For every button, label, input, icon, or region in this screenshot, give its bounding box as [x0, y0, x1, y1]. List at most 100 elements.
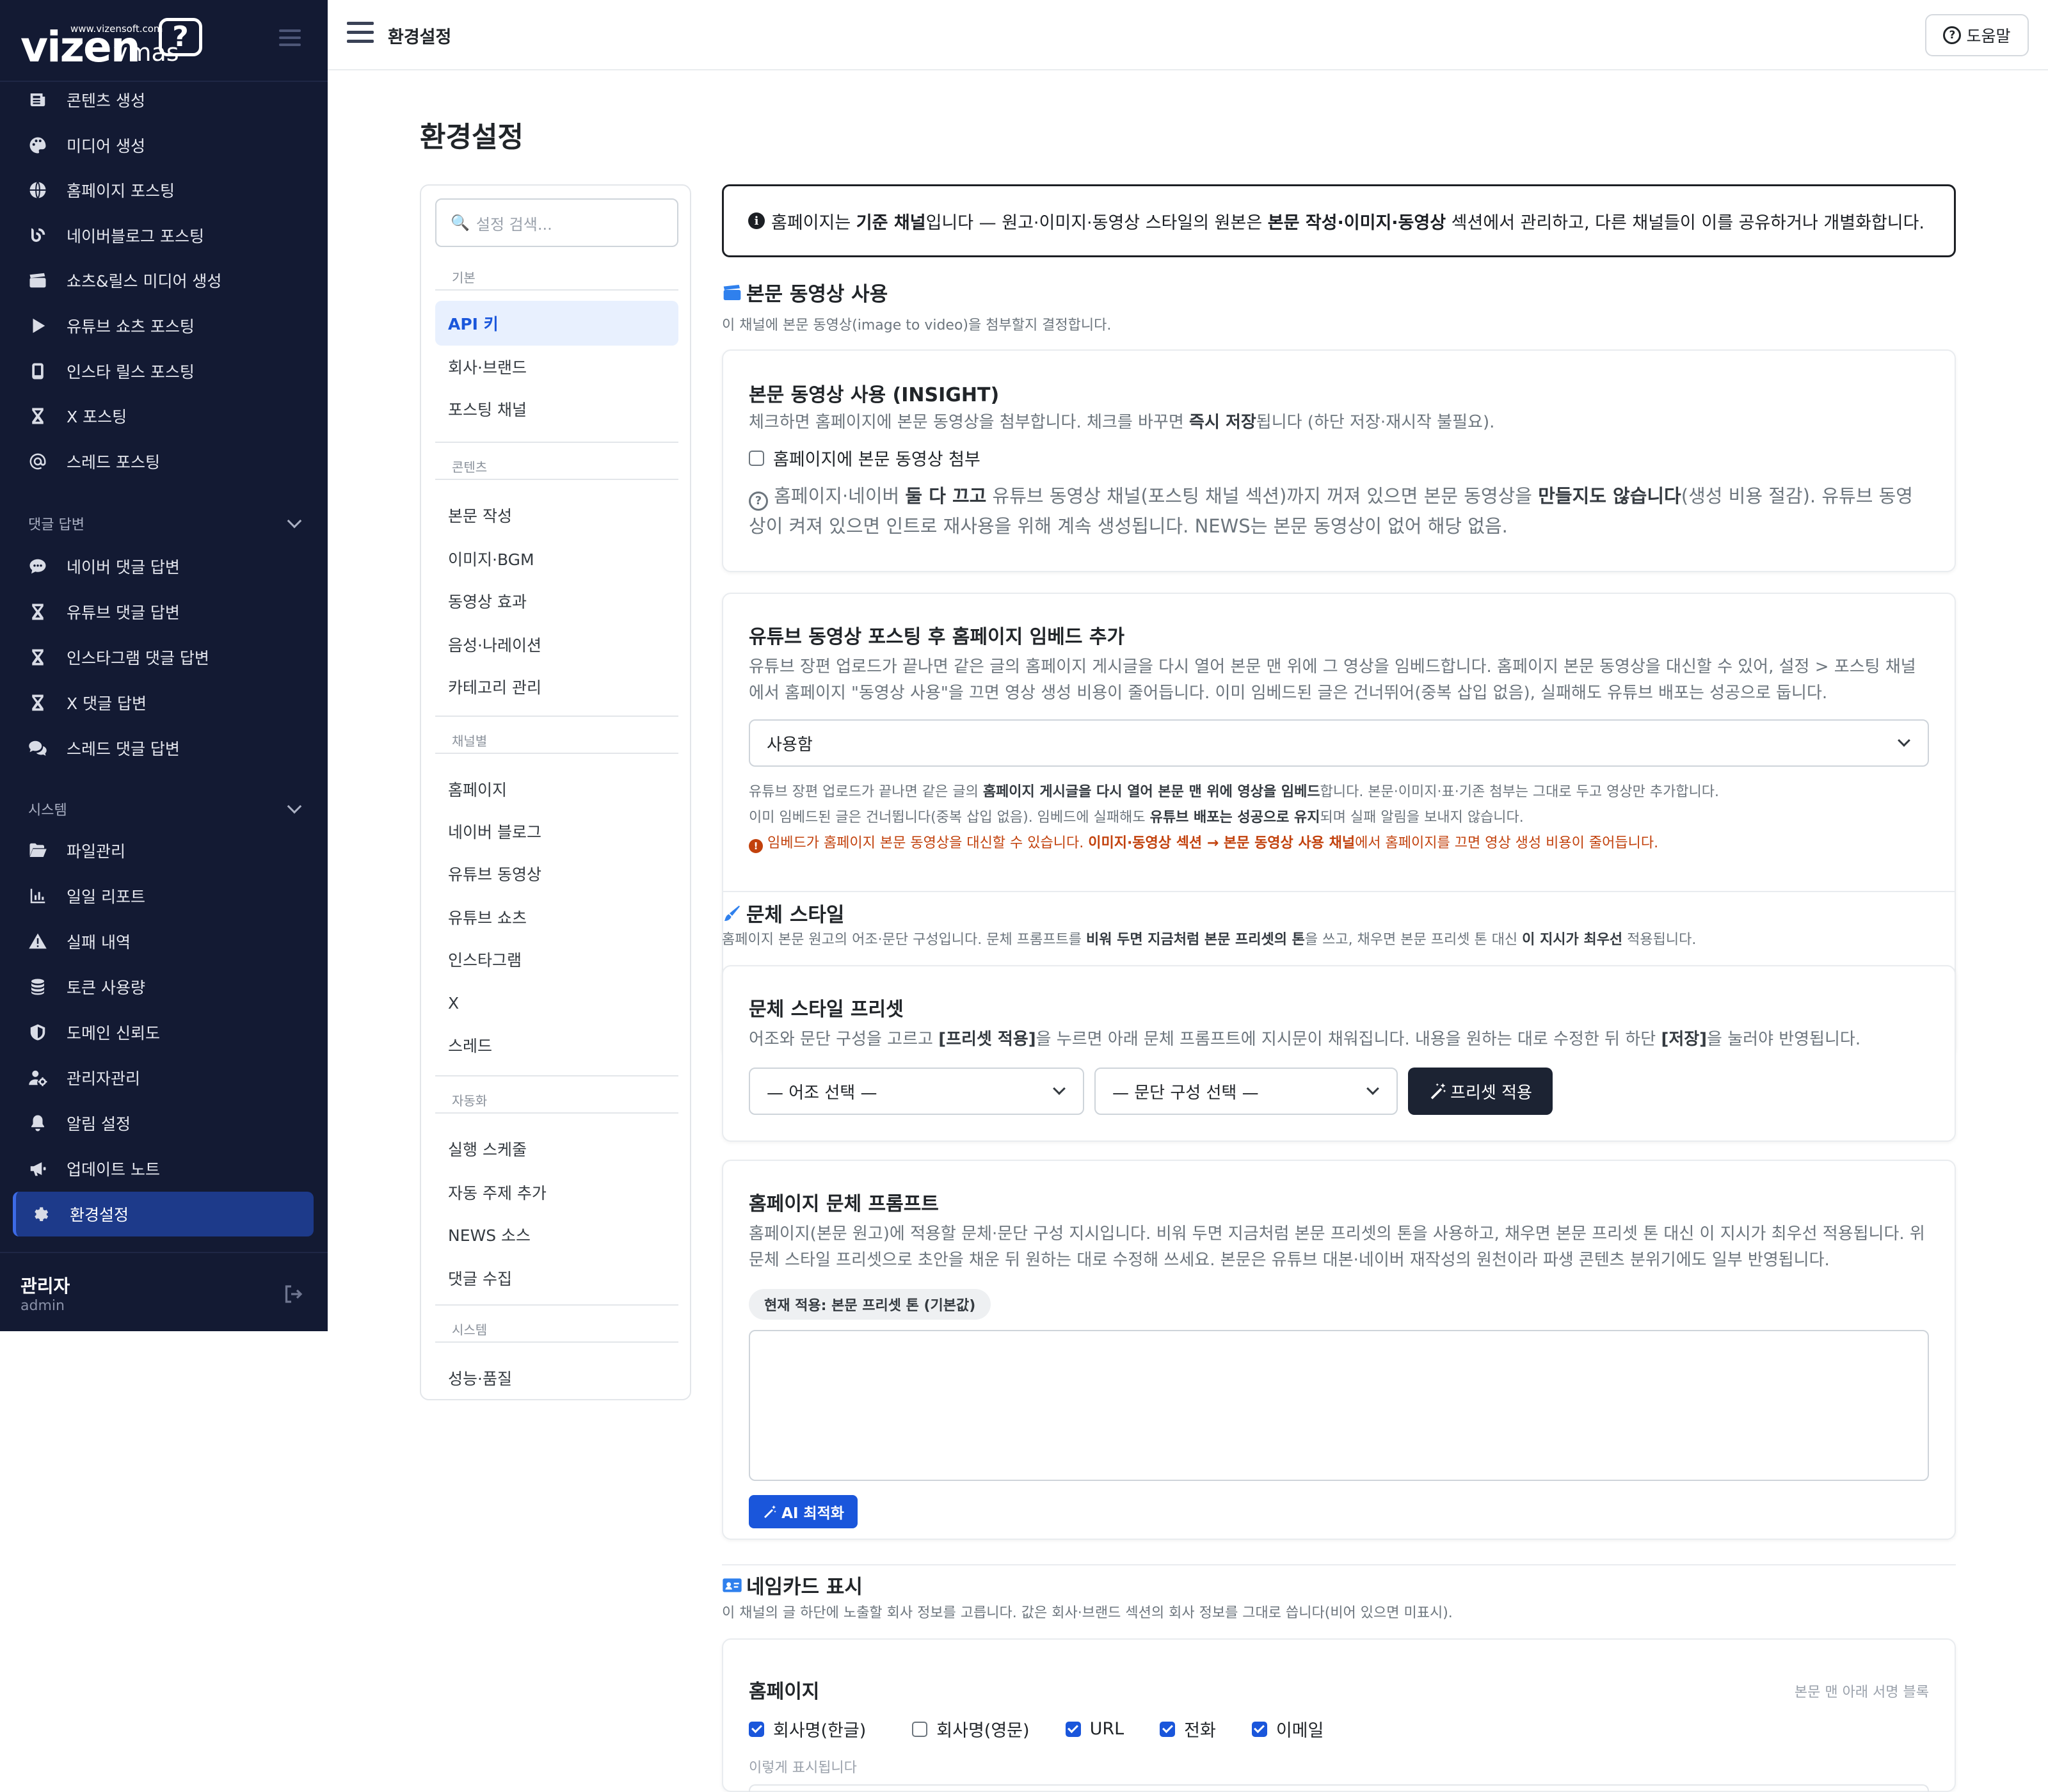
card-style-preset-desc: 어조와 문단 구성을 고르고 [프리셋 적용]을 누르면 아래 문체 프롬프트에… — [749, 1030, 1861, 1049]
sidebar-item-items-0[interactable]: 콘텐츠 생성 — [13, 77, 314, 122]
settings-nav-item[interactable]: 포스팅 채널 — [435, 387, 678, 431]
sidebar-item-reply_items-1[interactable]: 유튜브 댓글 답변 — [13, 589, 314, 634]
sidebar-item-reply_items-4[interactable]: 스레드 댓글 답변 — [13, 726, 314, 771]
settings-nav-item[interactable]: 네이버 블로그 — [435, 809, 678, 854]
sidebar-item-reply_items-0[interactable]: 네이버 댓글 답변 — [13, 544, 314, 589]
sidebar-item-label: 알림 설정 — [67, 1115, 131, 1133]
namecard-preview-label: 이렇게 표시됩니다 — [749, 1760, 857, 1776]
checkbox[interactable] — [1160, 1721, 1176, 1737]
sidebar-item-system_items-3[interactable]: 토큰 사용량 — [13, 964, 314, 1009]
settings-nav-item[interactable]: NEWS 소스 — [435, 1212, 678, 1257]
checkbox[interactable] — [912, 1721, 928, 1737]
sidebar-item-system_items-4[interactable]: 도메인 신뢰도 — [13, 1010, 314, 1055]
logout-icon[interactable] — [282, 1283, 305, 1306]
sidebar-item-reply_items-2[interactable]: 인스타그램 댓글 답변 — [13, 635, 314, 680]
namecard-checkbox-0[interactable]: 회사명(한글) — [749, 1716, 866, 1741]
namecard-checkbox-3[interactable]: 전화 — [1160, 1716, 1216, 1741]
palette-icon — [27, 134, 49, 156]
sidebar-toggle-icon[interactable] — [279, 29, 301, 46]
user-name: 관리자 — [20, 1276, 70, 1297]
sidebar-item-label: 콘텐츠 생성 — [67, 92, 145, 110]
sidebar-item-label: 인스타그램 댓글 답변 — [67, 649, 209, 668]
settings-nav-item[interactable]: 본문 작성 — [435, 493, 678, 538]
tone-select[interactable]: — 어조 선택 — — [749, 1068, 1084, 1115]
checkbox[interactable] — [1251, 1721, 1267, 1737]
menu-icon[interactable] — [347, 22, 374, 45]
topbar: 환경설정 ? 도움말 — [328, 0, 2048, 70]
settings-nav-item[interactable]: X — [435, 980, 678, 1025]
sidebar-item-system_items-0[interactable]: 파일관리 — [13, 828, 314, 873]
section-style-desc: 홈페이지 본문 원고의 어조·문단 구성입니다. 문체 프롬프트를 비워 두면 … — [722, 932, 1697, 948]
youtube-embed-select[interactable]: 사용함 — [749, 719, 1929, 767]
settings-nav-item[interactable]: API 키 — [435, 301, 678, 346]
settings-nav-divider — [435, 1304, 678, 1306]
namecard-checkbox-label: URL — [1089, 1719, 1124, 1739]
settings-nav-item[interactable]: 회사·브랜드 — [435, 344, 678, 389]
checkbox[interactable] — [749, 450, 764, 466]
settings-nav-item[interactable]: 카테고리 관리 — [435, 664, 678, 709]
sidebar-item-system_items-8[interactable]: 환경설정 — [13, 1192, 314, 1236]
sidebar-item-items-7[interactable]: X 포스팅 — [13, 394, 314, 438]
ai-optimize-label: AI 최적화 — [781, 1505, 844, 1522]
video-attach-checkbox[interactable]: 홈페이지에 본문 동영상 첨부 — [749, 445, 980, 470]
settings-nav-divider — [435, 1341, 678, 1343]
settings-nav-item[interactable]: 인스타그램 — [435, 937, 678, 982]
sidebar-item-items-5[interactable]: 유튜브 쇼츠 포스팅 — [13, 303, 314, 348]
sidebar-item-system_items-5[interactable]: 관리자관리 — [13, 1055, 314, 1100]
apply-preset-button[interactable]: 프리셋 적용 — [1408, 1068, 1553, 1115]
sidebar-item-items-1[interactable]: 미디어 생성 — [13, 123, 314, 168]
settings-nav-item[interactable]: 홈페이지 — [435, 767, 678, 812]
sidebar-item-items-3[interactable]: 네이버블로그 포스팅 — [13, 213, 314, 258]
sidebar-item-label: 관리자관리 — [67, 1069, 141, 1088]
settings-nav-item[interactable]: 유튜브 쇼츠 — [435, 895, 678, 940]
sidebar-item-system_items-2[interactable]: 실패 내역 — [13, 919, 314, 964]
sidebar-item-items-2[interactable]: 홈페이지 포스팅 — [13, 168, 314, 212]
nav-group-system[interactable]: 시스템 — [28, 799, 303, 819]
settings-nav-item[interactable]: 유튜브 동영상 — [435, 851, 678, 896]
settings-nav-item[interactable]: 실행 스케줄 — [435, 1126, 678, 1171]
namecard-checkbox-1[interactable]: 회사명(영문) — [912, 1716, 1030, 1741]
namecard-checkbox-label: 회사명(한글) — [773, 1721, 867, 1741]
card-namecard-title: 홈페이지 — [749, 1681, 820, 1703]
clapperboard-icon — [723, 284, 741, 300]
user-role: admin — [20, 1298, 65, 1314]
magic-wand-icon — [1430, 1083, 1446, 1100]
sidebar-item-label: 파일관리 — [67, 842, 126, 861]
logo[interactable]: www.vizensoft.com vizen vmas ? — [20, 18, 206, 72]
sidebar-item-system_items-7[interactable]: 업데이트 노트 — [13, 1146, 314, 1191]
ai-optimize-button[interactable]: AI 최적화 — [749, 1495, 858, 1528]
nav-group-reply-label: 댓글 답변 — [28, 517, 84, 533]
blog-icon — [27, 225, 49, 246]
nav-group-reply[interactable]: 댓글 답변 — [28, 513, 303, 534]
sidebar-item-items-8[interactable]: 스레드 포스팅 — [13, 439, 314, 484]
help-button[interactable]: ? 도움말 — [1925, 14, 2029, 56]
sidebar-item-reply_items-3[interactable]: X 댓글 답변 — [13, 680, 314, 725]
sidebar: www.vizensoft.com vizen vmas ? 콘텐츠 생성미디어… — [0, 0, 328, 1331]
sidebar-item-items-6[interactable]: 인스타 릴스 포스팅 — [13, 349, 314, 394]
namecard-checkbox-4[interactable]: 이메일 — [1251, 1716, 1324, 1741]
namecard-checkbox-2[interactable]: URL — [1065, 1716, 1124, 1741]
paragraph-select[interactable]: — 문단 구성 선택 — — [1094, 1068, 1398, 1115]
sidebar-item-system_items-6[interactable]: 알림 설정 — [13, 1101, 314, 1146]
settings-nav-item[interactable]: 음성·나레이션 — [435, 622, 678, 667]
settings-nav-divider — [435, 753, 678, 754]
checkbox[interactable] — [749, 1721, 764, 1737]
settings-nav-item[interactable]: 댓글 수집 — [435, 1256, 678, 1300]
checkbox[interactable] — [1065, 1721, 1081, 1737]
user-gear-icon — [27, 1067, 49, 1089]
settings-nav-item[interactable]: 스레드 — [435, 1023, 678, 1068]
sidebar-item-system_items-1[interactable]: 일일 리포트 — [13, 874, 314, 918]
card-video-insight-title: 본문 동영상 사용 (INSIGHT) — [749, 384, 1000, 406]
style-prompt-textarea[interactable] — [749, 1330, 1929, 1481]
sidebar-item-items-4[interactable]: 쇼츠&릴스 미디어 생성 — [13, 258, 314, 303]
card-style-prompt: 홈페이지 문체 프롬프트 홈페이지(본문 원고)에 적용할 문체·문단 구성 지… — [722, 1160, 1956, 1540]
section-video-title: 본문 동영상 사용 — [722, 278, 1956, 307]
settings-nav-item[interactable]: 자동 주제 추가 — [435, 1170, 678, 1215]
settings-nav-item[interactable]: 성능·품질 — [435, 1356, 678, 1400]
settings-nav-item[interactable]: 동영상 효과 — [435, 579, 678, 623]
help-button-label: 도움말 — [1966, 27, 2011, 45]
settings-nav-item[interactable]: 이미지·BGM — [435, 536, 678, 581]
shield-icon — [27, 1021, 49, 1043]
current-style-badge: 현재 적용: 본문 프리셋 톤 (기본값) — [749, 1289, 991, 1320]
settings-search-input[interactable]: 🔍 설정 검색... — [435, 198, 678, 247]
